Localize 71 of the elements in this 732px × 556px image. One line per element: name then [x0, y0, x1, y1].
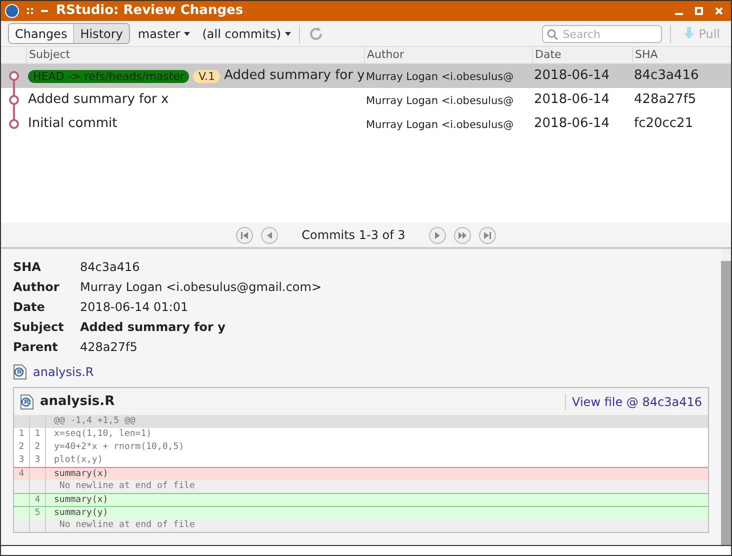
r-file-icon — [20, 394, 34, 410]
branch-dropdown[interactable]: master — [138, 24, 190, 42]
diff-file-name: analysis.R — [40, 392, 115, 411]
code-line: @@ -1,4 +1,5 @@ — [53, 415, 136, 428]
view-tab[interactable]: History — [73, 24, 129, 43]
grip-icon — [27, 8, 33, 14]
field-label: Subject — [13, 319, 65, 336]
code-line: x=seq(1,10, len=1) — [53, 428, 152, 441]
author-cell: Murray Logan <i.obesulus@ — [366, 94, 514, 107]
code-line: y=40+2*x + rnorm(10,0,5) — [53, 441, 184, 454]
search-field[interactable]: Search — [542, 25, 662, 43]
column-header[interactable]: Date — [532, 47, 632, 63]
field-value: 2018-06-14 01:01 — [80, 299, 188, 316]
commit-subject: Added summary for y — [224, 67, 364, 86]
commit-row[interactable]: HEAD -> refs/heads/master V.1 Added summary for y Murray Logan <i.obesulus@ 2018-06-14 84c3a416 — [1, 64, 731, 88]
search-icon — [546, 28, 558, 40]
field-value: Murray Logan <i.obesulus@gmail.com> — [80, 279, 322, 296]
nav-arrow-icon — [433, 230, 442, 240]
code-line: summary(x) — [53, 494, 108, 506]
pager-label: Commits 1-3 of 3 — [300, 227, 406, 244]
code-line: summary(y) — [53, 507, 108, 519]
sha-cell-text: 428a27f5 — [633, 91, 698, 110]
field-label: Date — [13, 299, 46, 316]
maximize-icon[interactable] — [695, 7, 703, 15]
column-header[interactable]: SHA — [632, 47, 731, 63]
code-line: No newline at end of file — [58, 519, 195, 532]
r-file-icon — [13, 364, 27, 380]
sha-cell-text: fc20cc21 — [633, 115, 694, 134]
sha-cell-text: 84c3a416 — [633, 67, 700, 86]
view-file-link[interactable]: View file @ 84c3a416 — [572, 392, 702, 410]
commit-subject: Initial commit — [28, 115, 118, 134]
refresh-icon[interactable] — [308, 26, 324, 42]
nav-arrow-icon — [240, 230, 249, 240]
field-label: Parent — [13, 339, 59, 356]
fast-forward-button[interactable] — [454, 226, 472, 244]
author-cell: Murray Logan <i.obesulus@ — [366, 70, 514, 83]
field-value: 428a27f5 — [80, 339, 138, 356]
previous-page-button[interactable] — [260, 226, 278, 244]
code-line: summary(x) — [53, 468, 108, 480]
column-header[interactable]: Author — [364, 47, 532, 63]
nav-arrow-icon — [483, 230, 492, 240]
field-label: Author — [13, 279, 60, 296]
filter-dropdown[interactable]: (all commits) — [202, 24, 292, 42]
date-cell-text: 2018-06-14 — [533, 67, 611, 86]
arrow-down-icon — [682, 27, 695, 40]
field-value: 84c3a416 — [80, 259, 140, 276]
minimize-icon[interactable] — [41, 10, 48, 12]
date-cell-text: 2018-06-14 — [533, 115, 611, 134]
date-cell-text: 2018-06-14 — [533, 91, 611, 110]
branch-label: HEAD -> refs/heads/master — [28, 70, 190, 82]
window-title: RStudio: Review Changes — [56, 2, 244, 20]
tag-label: V.1 — [193, 70, 220, 82]
caret-icon — [285, 32, 292, 36]
file-link[interactable]: analysis.R — [33, 363, 94, 381]
view-tab[interactable]: Changes — [9, 24, 74, 43]
close-icon[interactable] — [715, 7, 723, 15]
column-header[interactable]: Subject — [26, 47, 364, 63]
nav-arrow-icon — [264, 230, 274, 240]
first-page-button[interactable] — [236, 226, 253, 244]
field-label: SHA — [13, 259, 42, 276]
code-line: No newline at end of file — [58, 480, 195, 493]
r-logo-icon — [5, 4, 19, 18]
next-page-button[interactable] — [429, 226, 446, 244]
author-cell: Murray Logan <i.obesulus@ — [366, 118, 514, 131]
caret-icon — [184, 32, 190, 36]
last-page-button[interactable] — [479, 226, 496, 244]
field-value: Added summary for y — [80, 319, 226, 336]
commit-subject: Added summary for x — [28, 91, 169, 110]
nav-arrow-icon — [458, 230, 468, 240]
code-line: plot(x,y) — [53, 454, 103, 467]
graph-node-icon — [8, 88, 20, 112]
